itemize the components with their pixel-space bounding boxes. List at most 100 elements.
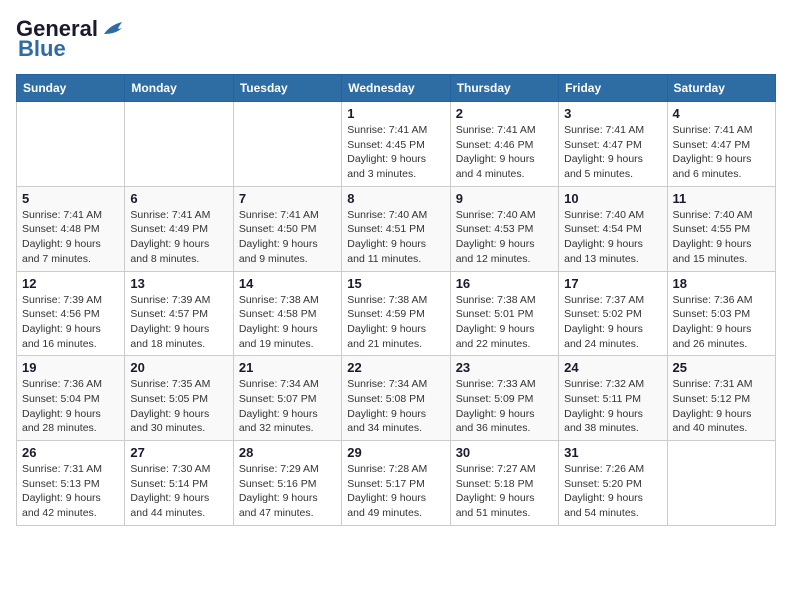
day-number: 30 <box>456 445 553 460</box>
day-info: Sunrise: 7:41 AM Sunset: 4:49 PM Dayligh… <box>130 208 227 267</box>
day-number: 11 <box>673 191 770 206</box>
day-info: Sunrise: 7:38 AM Sunset: 5:01 PM Dayligh… <box>456 293 553 352</box>
day-info: Sunrise: 7:31 AM Sunset: 5:13 PM Dayligh… <box>22 462 119 521</box>
day-number: 16 <box>456 276 553 291</box>
day-cell: 8 Sunrise: 7:40 AM Sunset: 4:51 PM Daylig… <box>342 186 450 271</box>
day-info: Sunrise: 7:41 AM Sunset: 4:50 PM Dayligh… <box>239 208 336 267</box>
day-number: 22 <box>347 360 444 375</box>
day-number: 23 <box>456 360 553 375</box>
day-info: Sunrise: 7:29 AM Sunset: 5:16 PM Dayligh… <box>239 462 336 521</box>
day-cell: 14 Sunrise: 7:38 AM Sunset: 4:58 PM Dayli… <box>233 271 341 356</box>
day-cell: 9Sunrise: 7:40 AM Sunset: 4:53 PM Daylig… <box>450 186 558 271</box>
day-info: Sunrise: 7:34 AM Sunset: 5:07 PM Dayligh… <box>239 377 336 436</box>
days-header-row: SundayMondayTuesdayWednesdayThursdayFrid… <box>17 75 776 102</box>
day-header-thursday: Thursday <box>450 75 558 102</box>
week-row-4: 19 Sunrise: 7:36 AM Sunset: 5:04 PM Dayli… <box>17 356 776 441</box>
day-cell <box>233 102 341 187</box>
day-cell: 12 Sunrise: 7:39 AM Sunset: 4:56 PM Dayli… <box>17 271 125 356</box>
day-cell <box>667 441 775 526</box>
day-header-friday: Friday <box>559 75 667 102</box>
day-info: Sunrise: 7:37 AM Sunset: 5:02 PM Dayligh… <box>564 293 661 352</box>
day-number: 10 <box>564 191 661 206</box>
day-cell: 31Sunrise: 7:26 AM Sunset: 5:20 PM Dayli… <box>559 441 667 526</box>
day-cell: 10 Sunrise: 7:40 AM Sunset: 4:54 PM Dayli… <box>559 186 667 271</box>
day-cell: 18 Sunrise: 7:36 AM Sunset: 5:03 PM Dayli… <box>667 271 775 356</box>
day-info: Sunrise: 7:40 AM Sunset: 4:55 PM Dayligh… <box>673 208 770 267</box>
day-info: Sunrise: 7:36 AM Sunset: 5:04 PM Dayligh… <box>22 377 119 436</box>
day-cell: 3 Sunrise: 7:41 AM Sunset: 4:47 PM Daylig… <box>559 102 667 187</box>
day-number: 28 <box>239 445 336 460</box>
day-number: 6 <box>130 191 227 206</box>
logo-blue: Blue <box>16 36 66 62</box>
day-cell <box>125 102 233 187</box>
day-cell: 17 Sunrise: 7:37 AM Sunset: 5:02 PM Dayli… <box>559 271 667 356</box>
day-cell: 1 Sunrise: 7:41 AM Sunset: 4:45 PM Daylig… <box>342 102 450 187</box>
day-cell: 30 Sunrise: 7:27 AM Sunset: 5:18 PM Dayli… <box>450 441 558 526</box>
day-cell: 7Sunrise: 7:41 AM Sunset: 4:50 PM Daylig… <box>233 186 341 271</box>
day-number: 8 <box>347 191 444 206</box>
logo-bird-icon <box>102 20 130 38</box>
day-cell: 5 Sunrise: 7:41 AM Sunset: 4:48 PM Daylig… <box>17 186 125 271</box>
week-row-1: 1 Sunrise: 7:41 AM Sunset: 4:45 PM Daylig… <box>17 102 776 187</box>
day-number: 9 <box>456 191 553 206</box>
day-cell <box>17 102 125 187</box>
day-cell: 22 Sunrise: 7:34 AM Sunset: 5:08 PM Dayli… <box>342 356 450 441</box>
day-info: Sunrise: 7:38 AM Sunset: 4:58 PM Dayligh… <box>239 293 336 352</box>
day-info: Sunrise: 7:41 AM Sunset: 4:45 PM Dayligh… <box>347 123 444 182</box>
day-number: 18 <box>673 276 770 291</box>
day-info: Sunrise: 7:39 AM Sunset: 4:57 PM Dayligh… <box>130 293 227 352</box>
week-row-2: 5 Sunrise: 7:41 AM Sunset: 4:48 PM Daylig… <box>17 186 776 271</box>
day-number: 27 <box>130 445 227 460</box>
day-cell: 23 Sunrise: 7:33 AM Sunset: 5:09 PM Dayli… <box>450 356 558 441</box>
day-info: Sunrise: 7:36 AM Sunset: 5:03 PM Dayligh… <box>673 293 770 352</box>
day-number: 3 <box>564 106 661 121</box>
day-info: Sunrise: 7:30 AM Sunset: 5:14 PM Dayligh… <box>130 462 227 521</box>
day-cell: 11 Sunrise: 7:40 AM Sunset: 4:55 PM Dayli… <box>667 186 775 271</box>
day-number: 19 <box>22 360 119 375</box>
day-cell: 15 Sunrise: 7:38 AM Sunset: 4:59 PM Dayli… <box>342 271 450 356</box>
day-cell: 25 Sunrise: 7:31 AM Sunset: 5:12 PM Dayli… <box>667 356 775 441</box>
day-number: 1 <box>347 106 444 121</box>
day-number: 29 <box>347 445 444 460</box>
day-info: Sunrise: 7:41 AM Sunset: 4:48 PM Dayligh… <box>22 208 119 267</box>
day-header-tuesday: Tuesday <box>233 75 341 102</box>
day-info: Sunrise: 7:41 AM Sunset: 4:47 PM Dayligh… <box>564 123 661 182</box>
week-row-3: 12 Sunrise: 7:39 AM Sunset: 4:56 PM Dayli… <box>17 271 776 356</box>
day-info: Sunrise: 7:32 AM Sunset: 5:11 PM Dayligh… <box>564 377 661 436</box>
day-cell: 26Sunrise: 7:31 AM Sunset: 5:13 PM Dayli… <box>17 441 125 526</box>
day-info: Sunrise: 7:41 AM Sunset: 4:46 PM Dayligh… <box>456 123 553 182</box>
day-cell: 4Sunrise: 7:41 AM Sunset: 4:47 PM Daylig… <box>667 102 775 187</box>
day-info: Sunrise: 7:40 AM Sunset: 4:51 PM Dayligh… <box>347 208 444 267</box>
day-cell: 19 Sunrise: 7:36 AM Sunset: 5:04 PM Dayli… <box>17 356 125 441</box>
day-info: Sunrise: 7:26 AM Sunset: 5:20 PM Dayligh… <box>564 462 661 521</box>
day-info: Sunrise: 7:31 AM Sunset: 5:12 PM Dayligh… <box>673 377 770 436</box>
day-info: Sunrise: 7:27 AM Sunset: 5:18 PM Dayligh… <box>456 462 553 521</box>
day-number: 12 <box>22 276 119 291</box>
day-header-wednesday: Wednesday <box>342 75 450 102</box>
day-info: Sunrise: 7:38 AM Sunset: 4:59 PM Dayligh… <box>347 293 444 352</box>
day-number: 15 <box>347 276 444 291</box>
page-header: General Blue <box>16 16 776 62</box>
day-header-monday: Monday <box>125 75 233 102</box>
day-number: 2 <box>456 106 553 121</box>
day-cell: 20 Sunrise: 7:35 AM Sunset: 5:05 PM Dayli… <box>125 356 233 441</box>
day-number: 24 <box>564 360 661 375</box>
day-info: Sunrise: 7:35 AM Sunset: 5:05 PM Dayligh… <box>130 377 227 436</box>
logo: General Blue <box>16 16 130 62</box>
day-number: 13 <box>130 276 227 291</box>
day-number: 14 <box>239 276 336 291</box>
day-cell: 6 Sunrise: 7:41 AM Sunset: 4:49 PM Daylig… <box>125 186 233 271</box>
day-number: 5 <box>22 191 119 206</box>
day-info: Sunrise: 7:40 AM Sunset: 4:54 PM Dayligh… <box>564 208 661 267</box>
day-info: Sunrise: 7:33 AM Sunset: 5:09 PM Dayligh… <box>456 377 553 436</box>
day-info: Sunrise: 7:34 AM Sunset: 5:08 PM Dayligh… <box>347 377 444 436</box>
day-number: 4 <box>673 106 770 121</box>
day-cell: 28 Sunrise: 7:29 AM Sunset: 5:16 PM Dayli… <box>233 441 341 526</box>
day-cell: 29Sunrise: 7:28 AM Sunset: 5:17 PM Dayli… <box>342 441 450 526</box>
day-number: 21 <box>239 360 336 375</box>
day-number: 20 <box>130 360 227 375</box>
day-number: 25 <box>673 360 770 375</box>
day-number: 17 <box>564 276 661 291</box>
day-info: Sunrise: 7:39 AM Sunset: 4:56 PM Dayligh… <box>22 293 119 352</box>
day-cell: 21 Sunrise: 7:34 AM Sunset: 5:07 PM Dayli… <box>233 356 341 441</box>
